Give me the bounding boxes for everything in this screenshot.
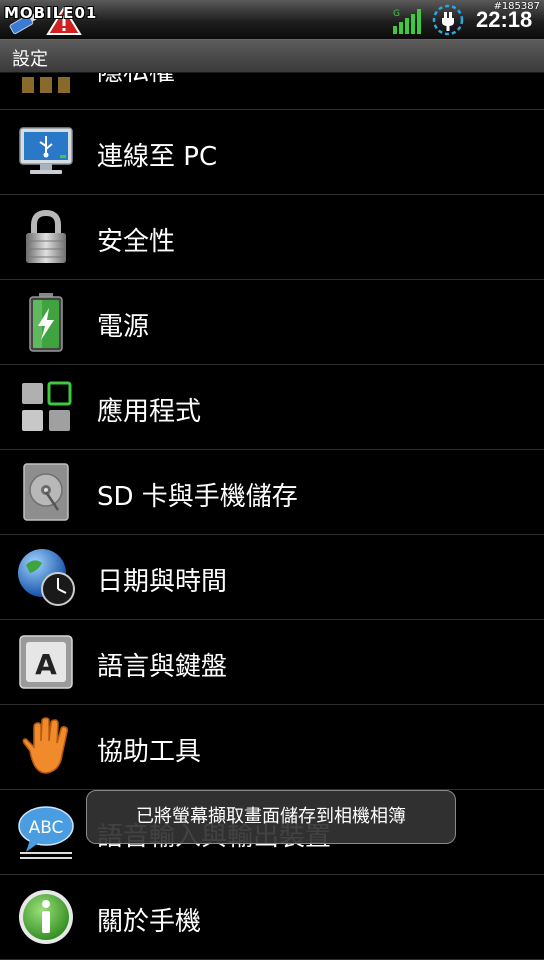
padlock-icon bbox=[26, 209, 66, 263]
svg-text:A: A bbox=[35, 648, 57, 681]
settings-item-power[interactable]: 電源 bbox=[0, 280, 544, 365]
settings-item-storage[interactable]: SD 卡與手機儲存 bbox=[0, 450, 544, 535]
keyboard-key-icon: A bbox=[19, 635, 73, 689]
monitor-usb-icon bbox=[19, 127, 73, 174]
svg-text:ABC: ABC bbox=[29, 818, 64, 838]
hand-icon bbox=[22, 717, 68, 774]
settings-item-label: 關於手機 bbox=[97, 907, 202, 937]
settings-item-language-keyboard[interactable]: A 語言與鍵盤 bbox=[0, 620, 544, 705]
settings-item-label: 電源 bbox=[97, 312, 150, 342]
settings-item-label: 語言與鍵盤 bbox=[97, 652, 228, 682]
abc-bubble-icon: ABC bbox=[18, 806, 74, 859]
post-id-label: #185387 bbox=[493, 1, 540, 12]
settings-item-label: 安全性 bbox=[97, 227, 176, 257]
settings-item-label: SD 卡與手機儲存 bbox=[97, 482, 298, 512]
hard-drive-icon bbox=[23, 463, 69, 521]
settings-item-connect-pc[interactable]: 連線至 PC bbox=[0, 110, 544, 195]
settings-item-about-phone[interactable]: 關於手機 bbox=[0, 875, 544, 960]
settings-item-date-time[interactable]: 日期與時間 bbox=[0, 535, 544, 620]
settings-item-security[interactable]: 安全性 bbox=[0, 195, 544, 280]
toast-notification: 已將螢幕擷取畫面儲存到相機相簿 bbox=[86, 790, 456, 844]
battery-icon bbox=[29, 293, 63, 352]
settings-item-accessibility[interactable]: 協助工具 bbox=[0, 705, 544, 790]
info-icon bbox=[19, 890, 73, 944]
page-title: 設定 bbox=[12, 49, 48, 70]
settings-item-label: 協助工具 bbox=[97, 737, 202, 767]
title-bar: 設定 bbox=[0, 40, 544, 73]
settings-item-label: 連線至 PC bbox=[97, 142, 218, 172]
svg-text:G: G bbox=[393, 9, 400, 19]
globe-clock-icon bbox=[18, 549, 75, 606]
settings-item-applications[interactable]: 應用程式 bbox=[0, 365, 544, 450]
apps-grid-icon bbox=[22, 381, 72, 431]
site-watermark: MOBILE01 bbox=[4, 4, 98, 22]
toast-message: 已將螢幕擷取畫面儲存到相機相簿 bbox=[136, 806, 406, 827]
settings-item-label: 應用程式 bbox=[97, 397, 202, 427]
settings-item-label: 日期與時間 bbox=[97, 567, 228, 597]
